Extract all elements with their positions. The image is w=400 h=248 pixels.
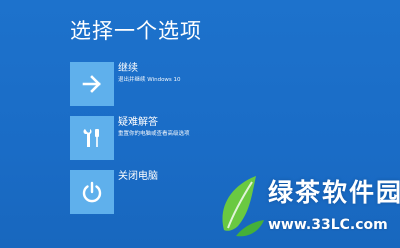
continue-option[interactable]: 继续 退出并继续 Windows 10 bbox=[70, 62, 290, 106]
continue-description: 退出并继续 Windows 10 bbox=[118, 77, 181, 83]
page-title: 选择一个选项 bbox=[70, 19, 202, 43]
troubleshoot-option[interactable]: 疑难解答 重置你的电脑或查看高级选项 bbox=[70, 116, 290, 160]
continue-label: 继续 bbox=[118, 63, 138, 74]
power-icon bbox=[82, 181, 102, 203]
watermark-url: www.33LC.com bbox=[268, 217, 388, 233]
troubleshoot-description: 重置你的电脑或查看高级选项 bbox=[118, 131, 190, 137]
troubleshoot-label: 疑难解答 bbox=[118, 117, 158, 128]
troubleshoot-tile[interactable] bbox=[70, 116, 114, 160]
tools-icon bbox=[83, 129, 99, 147]
continue-tile[interactable] bbox=[70, 62, 114, 106]
shutdown-tile[interactable] bbox=[70, 170, 114, 214]
tea-leaf-logo-icon bbox=[222, 176, 264, 237]
shutdown-label: 关闭电脑 bbox=[118, 171, 158, 182]
watermark-brand: 绿茶软件园 bbox=[268, 178, 400, 207]
arrow-right-icon bbox=[82, 75, 101, 93]
recovery-screen: 选择一个选项 继续 退出并继续 Windows 10 疑难解答 重置你的电脑或查… bbox=[0, 0, 400, 248]
watermark: 绿茶软件园 www.33LC.com bbox=[216, 168, 400, 244]
